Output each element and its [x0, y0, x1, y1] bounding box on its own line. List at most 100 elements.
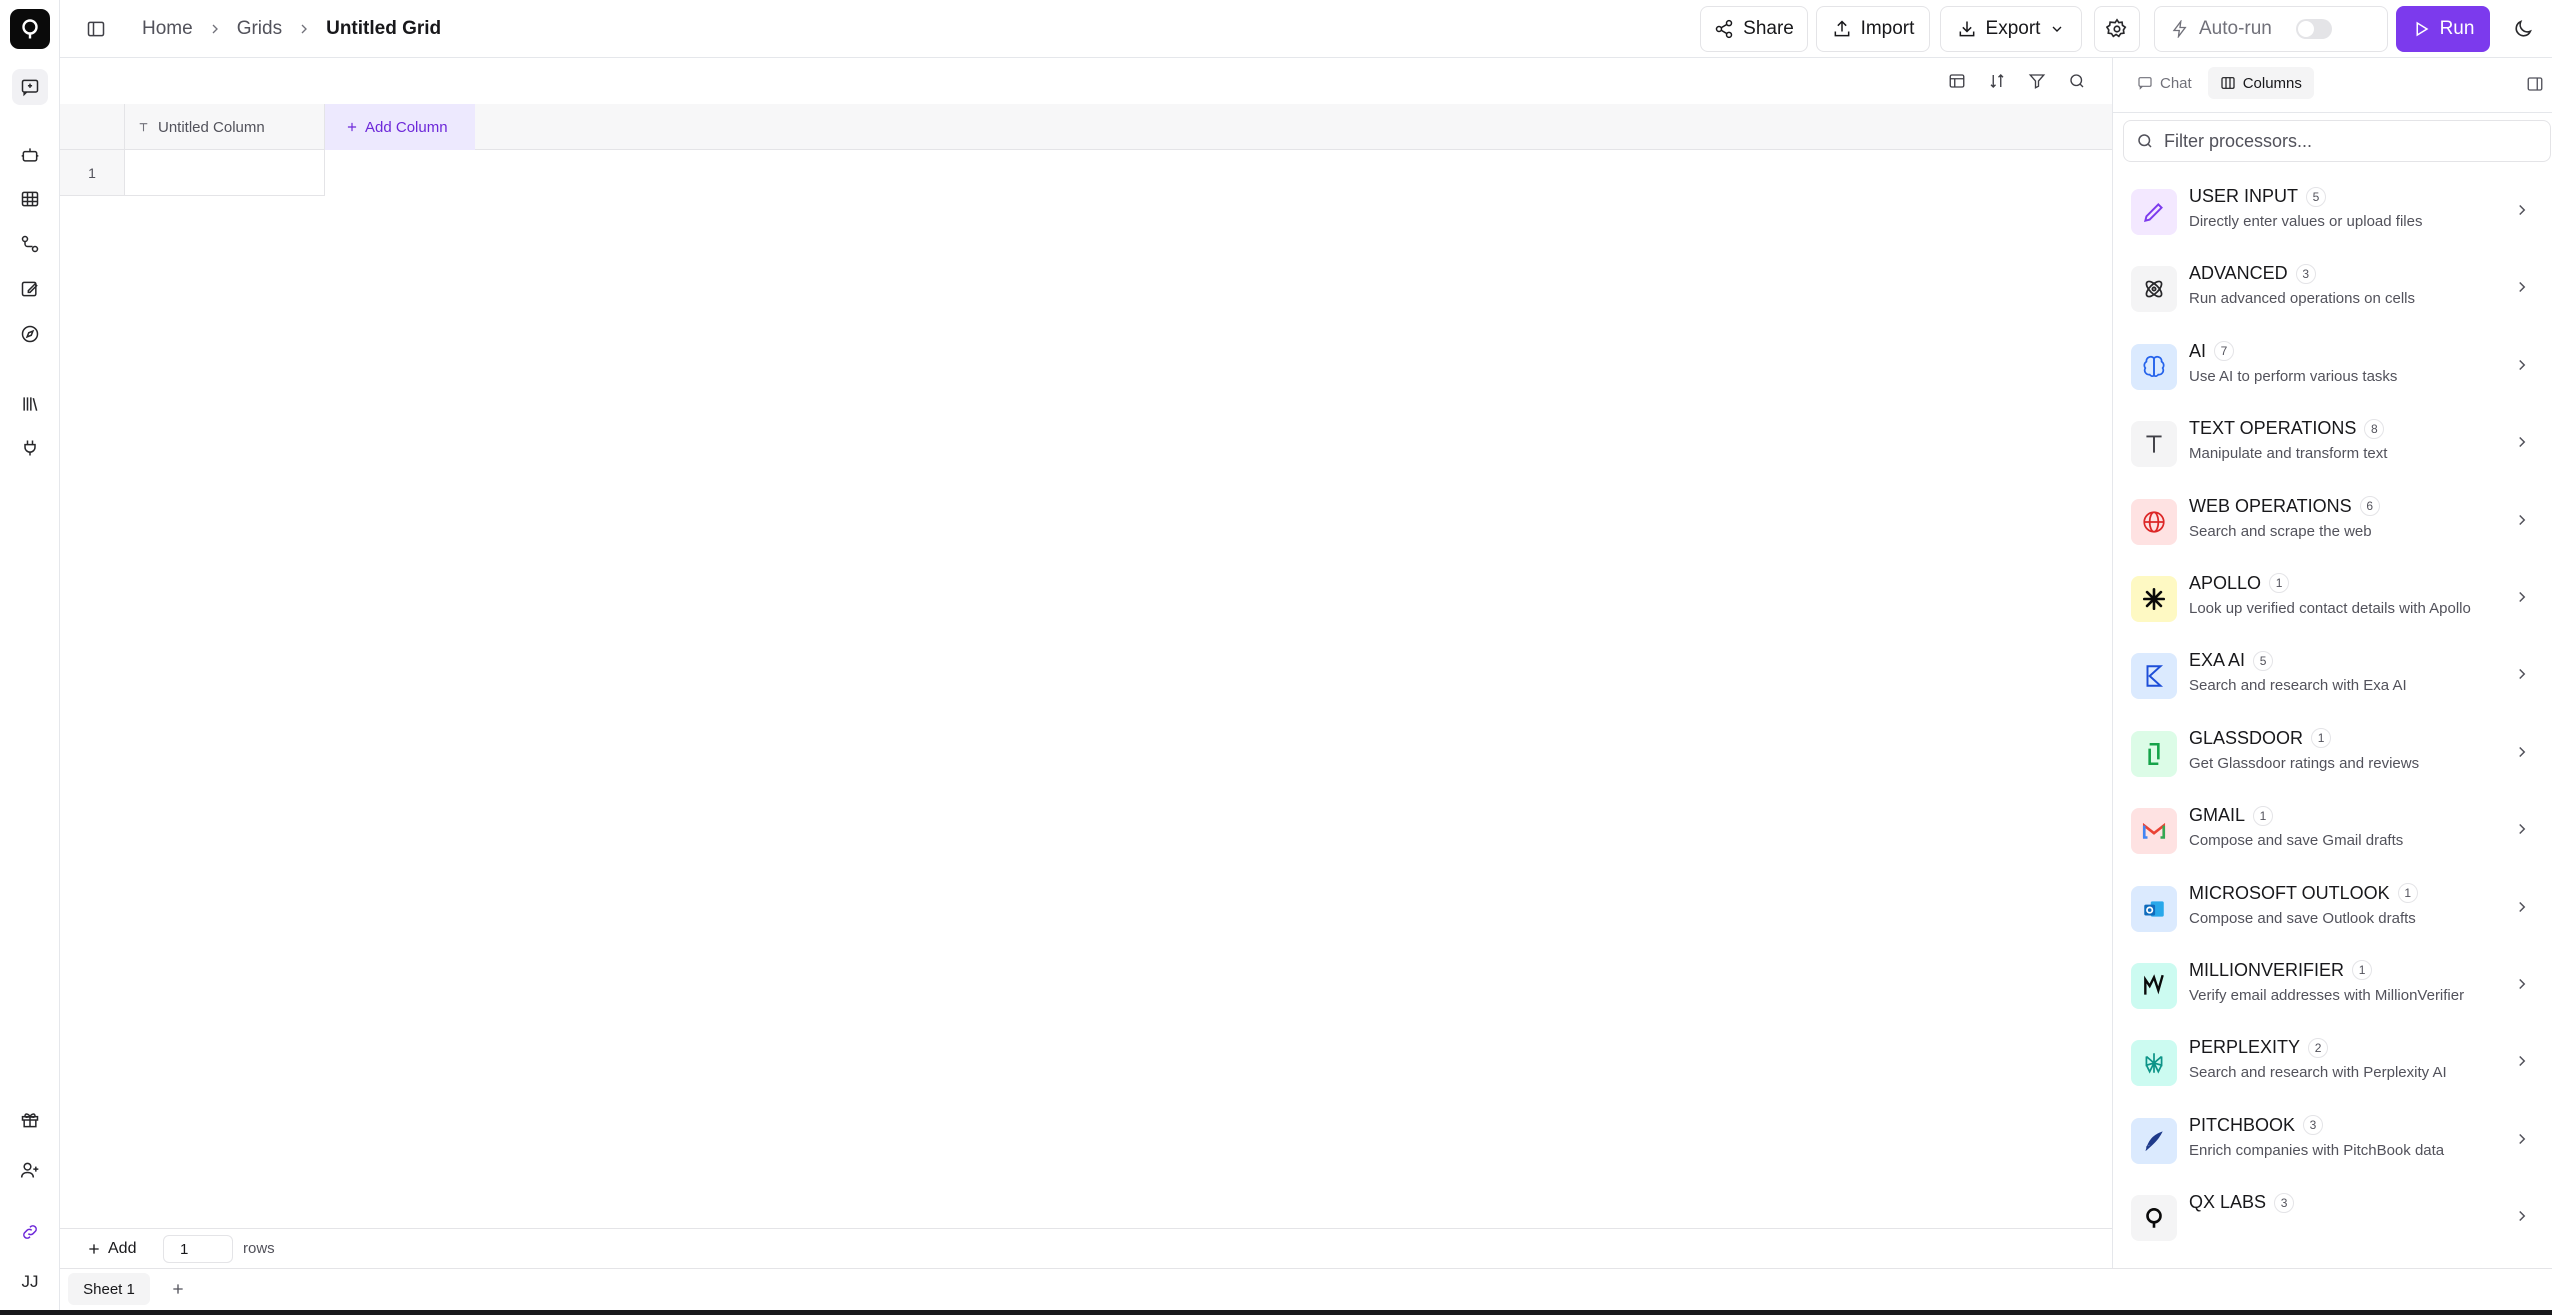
- breadcrumb-home[interactable]: Home: [142, 18, 193, 40]
- processor-count-badge: 2: [2308, 1037, 2329, 1058]
- filter-processors-field[interactable]: [2123, 120, 2551, 162]
- add-label: Add: [108, 1240, 137, 1257]
- processor-title: AI 7: [2189, 341, 2235, 362]
- processor-count-badge: 8: [2364, 418, 2385, 439]
- processor-icon-box: [2131, 343, 2177, 390]
- plug-icon[interactable]: [12, 430, 48, 466]
- processor-item[interactable]: WEB OPERATIONS 6 Search and scrape the web: [2113, 483, 2552, 560]
- processor-count-badge: 1: [2311, 728, 2332, 749]
- run-button[interactable]: Run: [2396, 6, 2490, 52]
- processor-item[interactable]: GLASSDOOR 1 Get Glassdoor ratings and revi…: [2113, 715, 2552, 792]
- chevron-right-icon: [2513, 201, 2533, 221]
- grid-cell[interactable]: [125, 150, 325, 196]
- filter-processors-input[interactable]: [2164, 130, 2544, 152]
- processor-item[interactable]: PITCHBOOK 3 Enrich companies with PitchBoo…: [2113, 1102, 2552, 1179]
- processor-item[interactable]: MILLIONVERIFIER 1 Verify email addresses w…: [2113, 947, 2552, 1024]
- chat-icon[interactable]: [12, 69, 48, 105]
- chevron-right-icon: [2513, 665, 2533, 685]
- layout-icon[interactable]: [1944, 68, 1970, 94]
- processor-item[interactable]: APOLLO 1 Look up verified contact details …: [2113, 560, 2552, 637]
- bottom-edge: [0, 1310, 2552, 1315]
- processor-item[interactable]: AI 7 Use AI to perform various tasks: [2113, 328, 2552, 405]
- data-grid: Untitled Column Add Column 1: [60, 104, 2112, 1228]
- processor-title: GMAIL 1: [2189, 805, 2274, 826]
- chevron-right-icon: [2513, 588, 2533, 608]
- processor-item[interactable]: USER INPUT 5 Directly enter values or uplo…: [2113, 173, 2552, 250]
- divider: [2113, 112, 2552, 113]
- processor-icon-box: [2131, 575, 2177, 622]
- chevron-right-icon: [2513, 1207, 2533, 1227]
- processor-name: EXA AI: [2189, 650, 2246, 671]
- compass-icon[interactable]: [12, 316, 48, 352]
- processor-count-badge: 1: [2352, 960, 2373, 981]
- library-icon[interactable]: [12, 386, 48, 422]
- filter-icon[interactable]: [2024, 68, 2050, 94]
- processor-description: Enrich companies with PitchBook data: [2189, 1141, 2445, 1159]
- processor-item[interactable]: GMAIL 1 Compose and save Gmail drafts: [2113, 792, 2552, 869]
- moon-icon: [2512, 18, 2534, 40]
- columns-icon: [2220, 75, 2236, 91]
- processor-name: WEB OPERATIONS: [2189, 495, 2352, 516]
- atom-icon: [2145, 280, 2163, 298]
- row-count-input[interactable]: [163, 1235, 233, 1263]
- processor-item[interactable]: QX LABS 3: [2113, 1179, 2552, 1256]
- autorun-toggle[interactable]: Auto-run: [2154, 6, 2388, 52]
- sort-icon[interactable]: [1984, 68, 2010, 94]
- chevron-right-icon: [2513, 356, 2533, 376]
- processor-item[interactable]: ADVANCED 3 Run advanced operations on cell…: [2113, 250, 2552, 327]
- breadcrumb-grids[interactable]: Grids: [237, 18, 282, 40]
- sidebar-toggle-icon[interactable]: [80, 13, 112, 45]
- add-rows-button[interactable]: Add: [86, 1236, 136, 1262]
- autorun-switch[interactable]: [2295, 19, 2332, 39]
- avatar[interactable]: JJ: [12, 1264, 48, 1300]
- panel-tabs: Chat Columns: [2125, 67, 2445, 103]
- add-column-button[interactable]: Add Column: [325, 104, 475, 150]
- search-icon[interactable]: [2064, 68, 2090, 94]
- import-button[interactable]: Import: [1816, 6, 1930, 52]
- processor-item[interactable]: EXA AI 5 Search and research with Exa AI: [2113, 637, 2552, 714]
- edit-doc-icon[interactable]: [12, 271, 48, 307]
- chevron-right-icon: [2513, 743, 2533, 763]
- processor-icon-box: [2131, 189, 2177, 235]
- page-title[interactable]: Untitled Grid: [326, 18, 441, 40]
- settings-button[interactable]: [2094, 6, 2140, 52]
- add-sheet-button[interactable]: [166, 1277, 190, 1301]
- millionverifier-icon: [2144, 974, 2164, 995]
- collapse-panel-icon[interactable]: [2523, 72, 2547, 96]
- gift-icon[interactable]: [12, 1102, 48, 1138]
- add-column-label: Add Column: [365, 118, 448, 136]
- outlook-icon: [2144, 900, 2164, 917]
- integration-icon[interactable]: [12, 1214, 48, 1250]
- processor-title: MICROSOFT OUTLOOK 1: [2189, 883, 2418, 904]
- column-name: Untitled Column: [158, 118, 265, 136]
- processor-title: PITCHBOOK 3: [2189, 1115, 2324, 1136]
- add-user-icon[interactable]: [12, 1152, 48, 1188]
- processor-item[interactable]: MICROSOFT OUTLOOK 1 Compose and save Outlo…: [2113, 870, 2552, 947]
- row-number[interactable]: 1: [60, 150, 125, 196]
- chevron-right-icon: [2513, 278, 2533, 298]
- processor-count-badge: 1: [2253, 805, 2274, 826]
- column-header[interactable]: Untitled Column: [125, 104, 325, 150]
- qxlabs-icon: [2146, 1208, 2162, 1228]
- processor-item[interactable]: PERPLEXITY 2 Search and research with Perp…: [2113, 1024, 2552, 1101]
- sheet-tab[interactable]: Sheet 1: [68, 1273, 150, 1305]
- processor-icon-box: [2131, 808, 2177, 855]
- app-logo[interactable]: [10, 9, 50, 49]
- processor-item[interactable]: TEXT OPERATIONS 8 Manipulate and transform…: [2113, 405, 2552, 482]
- processor-description: Search and research with Exa AI: [2189, 677, 2407, 695]
- tab-chat-label: Chat: [2160, 74, 2192, 92]
- download-icon: [1957, 19, 1977, 39]
- robot-icon[interactable]: [12, 137, 48, 173]
- text-type-icon: [137, 121, 150, 134]
- table-icon[interactable]: [12, 181, 48, 217]
- processor-description: Directly enter values or upload files: [2189, 213, 2423, 230]
- pencil-icon: [2143, 203, 2163, 223]
- processor-icon-box: [2131, 1117, 2177, 1164]
- theme-toggle-button[interactable]: [2500, 6, 2546, 52]
- tab-chat[interactable]: Chat: [2125, 67, 2204, 99]
- share-button[interactable]: Share: [1700, 6, 1808, 52]
- processor-name: GLASSDOOR: [2189, 727, 2304, 748]
- workflow-icon[interactable]: [12, 226, 48, 262]
- export-button[interactable]: Export: [1940, 6, 2082, 52]
- tab-columns[interactable]: Columns: [2207, 67, 2314, 99]
